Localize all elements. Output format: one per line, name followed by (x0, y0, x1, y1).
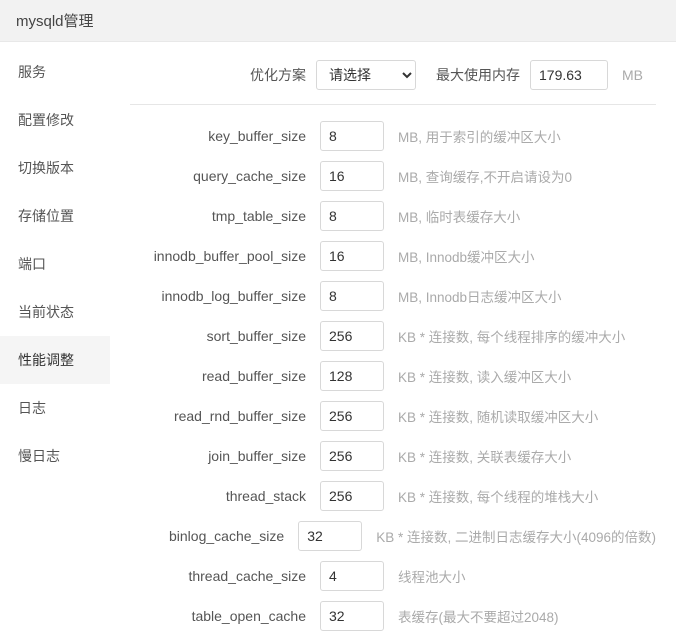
setting-label: binlog_cache_size (130, 528, 298, 544)
page-title: mysqld管理 (0, 0, 676, 42)
setting-input-thread_stack[interactable] (320, 481, 384, 511)
setting-desc: MB, Innodb缓冲区大小 (384, 246, 535, 266)
setting-label: thread_stack (130, 488, 320, 504)
max-mem-input[interactable] (530, 60, 608, 90)
sidebar-item-0[interactable]: 服务 (0, 48, 110, 96)
max-mem-unit: MB (618, 67, 643, 83)
sidebar-item-label: 当前状态 (18, 304, 74, 320)
setting-desc: 线程池大小 (384, 566, 466, 586)
setting-input-table_open_cache[interactable] (320, 601, 384, 631)
sidebar-item-label: 切换版本 (18, 160, 74, 176)
sidebar-item-6[interactable]: 性能调整 (0, 336, 110, 384)
sidebar-item-label: 配置修改 (18, 112, 74, 128)
sidebar-item-7[interactable]: 日志 (0, 384, 110, 432)
setting-input-binlog_cache_size[interactable] (298, 521, 362, 551)
sidebar-item-3[interactable]: 存储位置 (0, 192, 110, 240)
sidebar-item-2[interactable]: 切换版本 (0, 144, 110, 192)
setting-input-innodb_log_buffer_size[interactable] (320, 281, 384, 311)
sidebar-item-label: 慢日志 (18, 448, 60, 464)
sidebar-item-label: 日志 (18, 400, 46, 416)
setting-row: binlog_cache_size KB * 连接数, 二进制日志缓存大小(409… (130, 519, 656, 553)
setting-row: key_buffer_size MB, 用于索引的缓冲区大小 (130, 119, 656, 153)
setting-input-sort_buffer_size[interactable] (320, 321, 384, 351)
settings-rows: key_buffer_size MB, 用于索引的缓冲区大小 query_cache… (130, 119, 656, 640)
setting-row: query_cache_size MB, 查询缓存,不开启请设为0 (130, 159, 656, 193)
setting-label: innodb_log_buffer_size (130, 288, 320, 304)
setting-desc: KB * 连接数, 关联表缓存大小 (384, 446, 571, 466)
setting-row: thread_stack KB * 连接数, 每个线程的堆栈大小 (130, 479, 656, 513)
sidebar-item-label: 性能调整 (18, 352, 74, 368)
setting-input-key_buffer_size[interactable] (320, 121, 384, 151)
setting-desc: KB * 连接数, 随机读取缓冲区大小 (384, 406, 598, 426)
setting-row: tmp_table_size MB, 临时表缓存大小 (130, 199, 656, 233)
setting-desc: KB * 连接数, 每个线程的堆栈大小 (384, 486, 598, 506)
plan-select[interactable]: 请选择 (316, 60, 416, 90)
setting-desc: MB, 查询缓存,不开启请设为0 (384, 166, 572, 186)
setting-input-read_rnd_buffer_size[interactable] (320, 401, 384, 431)
setting-row: join_buffer_size KB * 连接数, 关联表缓存大小 (130, 439, 656, 473)
setting-label: read_buffer_size (130, 368, 320, 384)
setting-desc: KB * 连接数, 每个线程排序的缓冲大小 (384, 326, 625, 346)
setting-input-read_buffer_size[interactable] (320, 361, 384, 391)
setting-row: innodb_log_buffer_size MB, Innodb日志缓冲区大小 (130, 279, 656, 313)
sidebar-item-4[interactable]: 端口 (0, 240, 110, 288)
sidebar-item-5[interactable]: 当前状态 (0, 288, 110, 336)
setting-label: sort_buffer_size (130, 328, 320, 344)
setting-label: join_buffer_size (130, 448, 320, 464)
title-text: mysqld管理 (16, 13, 94, 30)
setting-label: query_cache_size (130, 168, 320, 184)
sidebar-item-label: 存储位置 (18, 208, 74, 224)
setting-input-join_buffer_size[interactable] (320, 441, 384, 471)
setting-desc: MB, 临时表缓存大小 (384, 206, 520, 226)
setting-row: innodb_buffer_pool_size MB, Innodb缓冲区大小 (130, 239, 656, 273)
setting-desc: KB * 连接数, 读入缓冲区大小 (384, 366, 571, 386)
setting-input-tmp_table_size[interactable] (320, 201, 384, 231)
setting-label: tmp_table_size (130, 208, 320, 224)
sidebar-item-8[interactable]: 慢日志 (0, 432, 110, 480)
setting-label: innodb_buffer_pool_size (130, 248, 320, 264)
sidebar: 服务配置修改切换版本存储位置端口当前状态性能调整日志慢日志 (0, 42, 110, 640)
setting-desc: MB, 用于索引的缓冲区大小 (384, 126, 561, 146)
sidebar-item-label: 服务 (18, 64, 46, 80)
top-row: 优化方案 请选择 最大使用内存 MB (130, 60, 656, 105)
setting-desc: KB * 连接数, 二进制日志缓存大小(4096的倍数) (362, 526, 656, 546)
setting-label: read_rnd_buffer_size (130, 408, 320, 424)
sidebar-item-1[interactable]: 配置修改 (0, 96, 110, 144)
main-panel: 优化方案 请选择 最大使用内存 MB key_buffer_size MB, 用于… (110, 42, 676, 640)
setting-label: thread_cache_size (130, 568, 320, 584)
setting-row: read_rnd_buffer_size KB * 连接数, 随机读取缓冲区大小 (130, 399, 656, 433)
setting-input-query_cache_size[interactable] (320, 161, 384, 191)
setting-label: key_buffer_size (130, 128, 320, 144)
setting-row: sort_buffer_size KB * 连接数, 每个线程排序的缓冲大小 (130, 319, 656, 353)
max-mem-label: 最大使用内存 (436, 65, 520, 85)
setting-row: thread_cache_size 线程池大小 (130, 559, 656, 593)
setting-input-thread_cache_size[interactable] (320, 561, 384, 591)
sidebar-item-label: 端口 (18, 256, 46, 272)
setting-row: read_buffer_size KB * 连接数, 读入缓冲区大小 (130, 359, 656, 393)
setting-row: table_open_cache 表缓存(最大不要超过2048) (130, 599, 656, 633)
setting-input-innodb_buffer_pool_size[interactable] (320, 241, 384, 271)
setting-desc: MB, Innodb日志缓冲区大小 (384, 286, 562, 306)
setting-label: table_open_cache (130, 608, 320, 624)
setting-desc: 表缓存(最大不要超过2048) (384, 606, 559, 626)
plan-label: 优化方案 (250, 65, 306, 85)
